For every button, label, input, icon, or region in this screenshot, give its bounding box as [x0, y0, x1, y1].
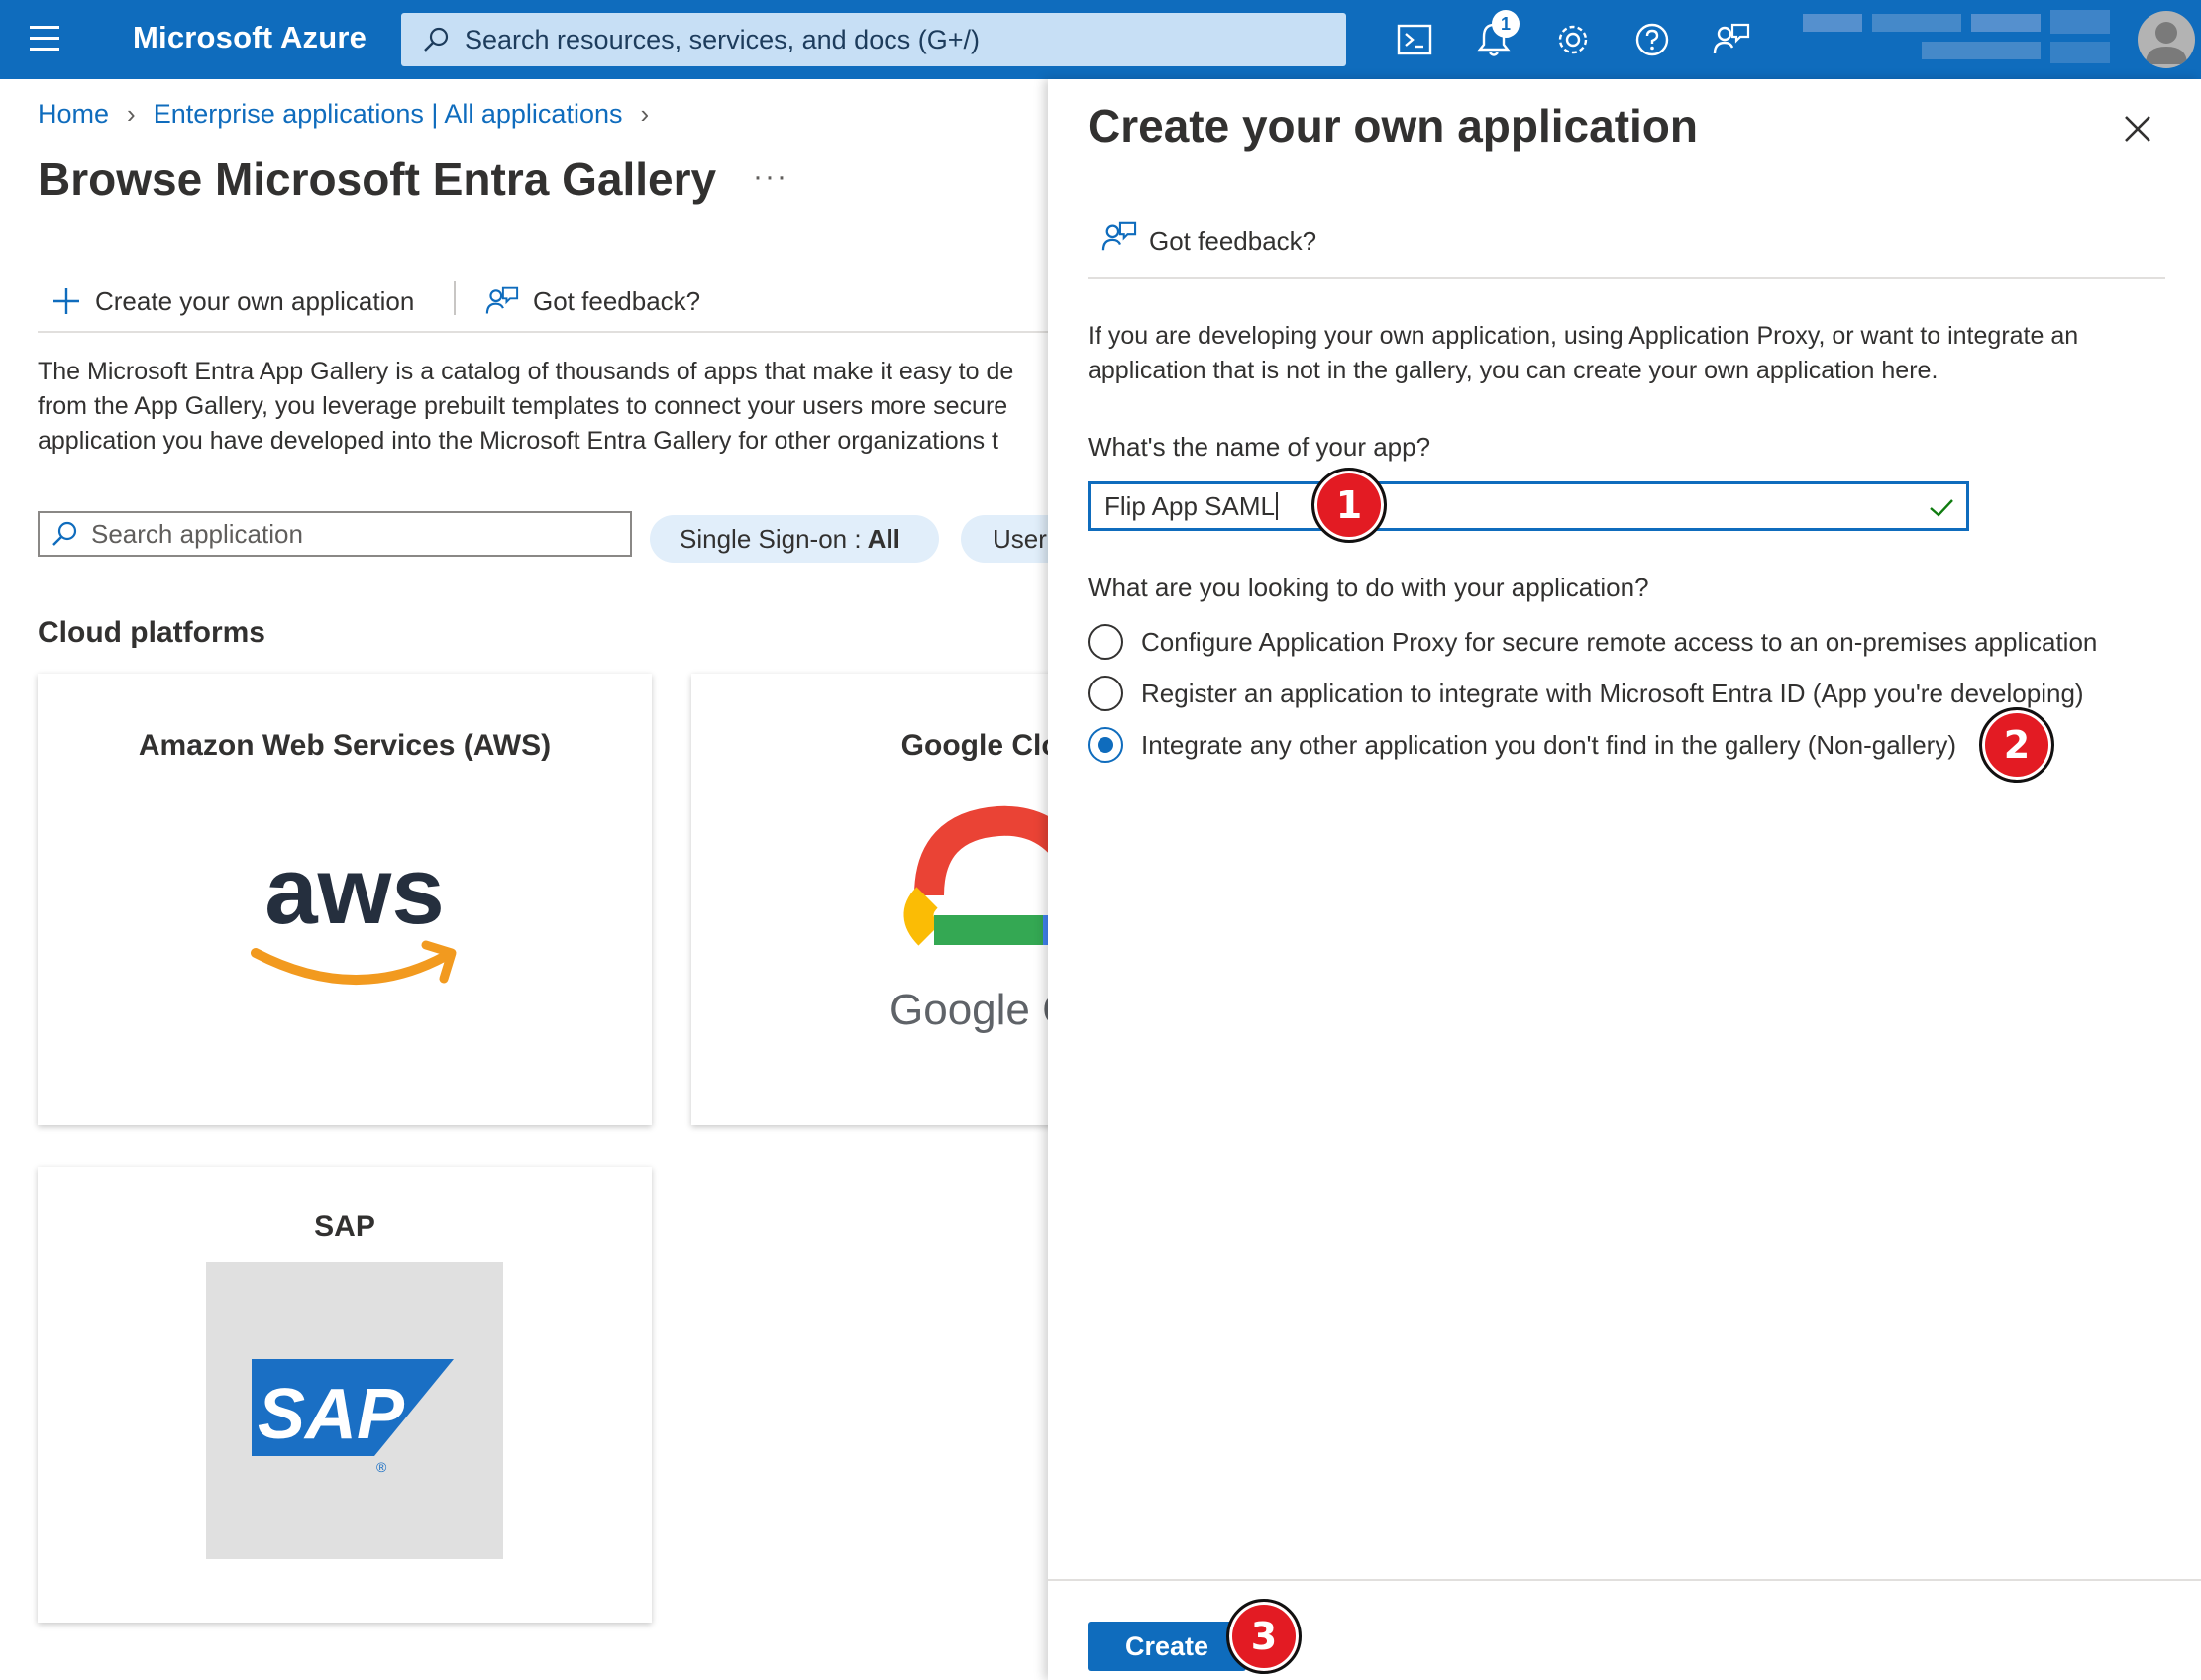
breadcrumb-enterprise-apps[interactable]: Enterprise applications | All applicatio… — [154, 99, 623, 130]
notification-badge: 1 — [1492, 10, 1520, 38]
close-icon[interactable] — [2118, 109, 2157, 149]
purpose-label: What are you looking to do with your app… — [1088, 573, 1649, 602]
create-own-app-command[interactable]: Create your own application — [52, 277, 414, 325]
hamburger-menu-icon[interactable] — [30, 26, 59, 52]
svg-text:®: ® — [376, 1459, 387, 1475]
option-non-gallery[interactable]: Integrate any other application you don'… — [1088, 727, 1956, 763]
description-line: from the App Gallery, you leverage prebu… — [38, 392, 1008, 420]
more-options-icon[interactable]: ··· — [753, 160, 788, 194]
panel-title: Create your own application — [1088, 100, 1698, 152]
app-name-label: What's the name of your app? — [1088, 432, 1431, 462]
option-register-app[interactable]: Register an application to integrate wit… — [1088, 676, 2084, 711]
step-marker-3: 3 — [1226, 1599, 1302, 1674]
description-line: The Microsoft Entra App Gallery is a cat… — [38, 358, 1014, 385]
search-application-placeholder: Search application — [91, 518, 303, 549]
command-divider — [454, 281, 456, 315]
search-icon — [52, 521, 77, 546]
plus-icon — [53, 288, 79, 314]
svg-text:Google C: Google C — [890, 986, 1074, 1034]
panel-description: If you are developing your own applicati… — [1088, 322, 2079, 384]
chevron-right-icon: › — [127, 99, 136, 129]
panel-footer-divider — [1048, 1579, 2201, 1581]
search-application-input[interactable]: Search application — [38, 511, 632, 557]
option-label: Integrate any other application you don'… — [1141, 729, 1956, 760]
panel-got-feedback-label: Got feedback? — [1149, 226, 1317, 256]
app-card-sap[interactable]: SAP SAP ® — [38, 1167, 652, 1623]
app-card-aws[interactable]: Amazon Web Services (AWS) aws — [38, 674, 652, 1125]
radio-button[interactable] — [1088, 624, 1123, 660]
gear-icon[interactable] — [1551, 18, 1595, 61]
sap-logo: SAP ® — [206, 1262, 503, 1559]
checkmark-icon — [1930, 499, 1953, 517]
app-name-input[interactable]: Flip App SAML — [1088, 481, 1969, 531]
svg-text:aws: aws — [264, 838, 444, 944]
create-app-panel: Create your own application Got feedback… — [1048, 79, 2201, 1680]
create-button[interactable]: Create — [1088, 1622, 1246, 1671]
page-title: Browse Microsoft Entra Gallery — [38, 154, 717, 205]
breadcrumb: Home › Enterprise applications | All app… — [38, 99, 667, 130]
got-feedback-label: Got feedback? — [533, 285, 701, 316]
global-search-placeholder: Search resources, services, and docs (G+… — [465, 24, 980, 54]
radio-button[interactable] — [1088, 676, 1123, 711]
app-card-title: SAP — [314, 1210, 375, 1243]
filter-single-sign-on[interactable]: Single Sign-on : All — [650, 515, 939, 563]
filter-sso-value: All — [867, 523, 900, 554]
svg-text:SAP: SAP — [258, 1375, 405, 1454]
panel-got-feedback[interactable]: Got feedback? — [1088, 218, 2165, 279]
search-icon — [424, 27, 449, 52]
step-marker-2: 2 — [1979, 707, 2054, 783]
feedback-icon — [485, 286, 519, 314]
option-label: Register an application to integrate wit… — [1141, 678, 2084, 708]
app-card-title: Amazon Web Services (AWS) — [138, 729, 552, 762]
filter-user[interactable]: User — [961, 515, 1048, 563]
account-info[interactable] — [1803, 8, 2120, 71]
command-bar: Create your own application Got feedback… — [38, 277, 1048, 333]
radio-button-selected[interactable] — [1088, 727, 1123, 763]
gallery-description: The Microsoft Entra App Gallery is a cat… — [38, 355, 1048, 459]
global-search-input[interactable]: Search resources, services, and docs (G+… — [401, 13, 1346, 66]
feedback-icon[interactable] — [1710, 18, 1753, 61]
section-heading: Cloud platforms — [38, 616, 265, 649]
option-label: Configure Application Proxy for secure r… — [1141, 626, 2098, 657]
got-feedback-command[interactable]: Got feedback? — [485, 277, 700, 325]
filter-user-label: User — [993, 523, 1047, 554]
cloud-shell-icon[interactable] — [1393, 18, 1436, 61]
feedback-icon — [1101, 221, 1137, 251]
breadcrumb-home[interactable]: Home — [38, 99, 109, 130]
description-line: application you have developed into the … — [38, 427, 998, 455]
text-caret — [1275, 492, 1278, 520]
chevron-right-icon: › — [640, 99, 650, 129]
aws-logo: aws — [206, 767, 503, 1064]
help-icon[interactable] — [1630, 18, 1674, 61]
brand-title[interactable]: Microsoft Azure — [133, 20, 367, 55]
avatar[interactable] — [2138, 11, 2195, 68]
create-own-app-label: Create your own application — [95, 285, 415, 316]
filter-sso-label: Single Sign-on : — [680, 523, 862, 554]
step-marker-1: 1 — [1311, 468, 1387, 543]
option-app-proxy[interactable]: Configure Application Proxy for secure r… — [1088, 624, 2097, 660]
top-bar: Microsoft Azure Search resources, servic… — [0, 0, 2201, 79]
bell-icon[interactable]: 1 — [1472, 10, 1520, 61]
app-name-value: Flip App SAML — [1104, 490, 1275, 521]
